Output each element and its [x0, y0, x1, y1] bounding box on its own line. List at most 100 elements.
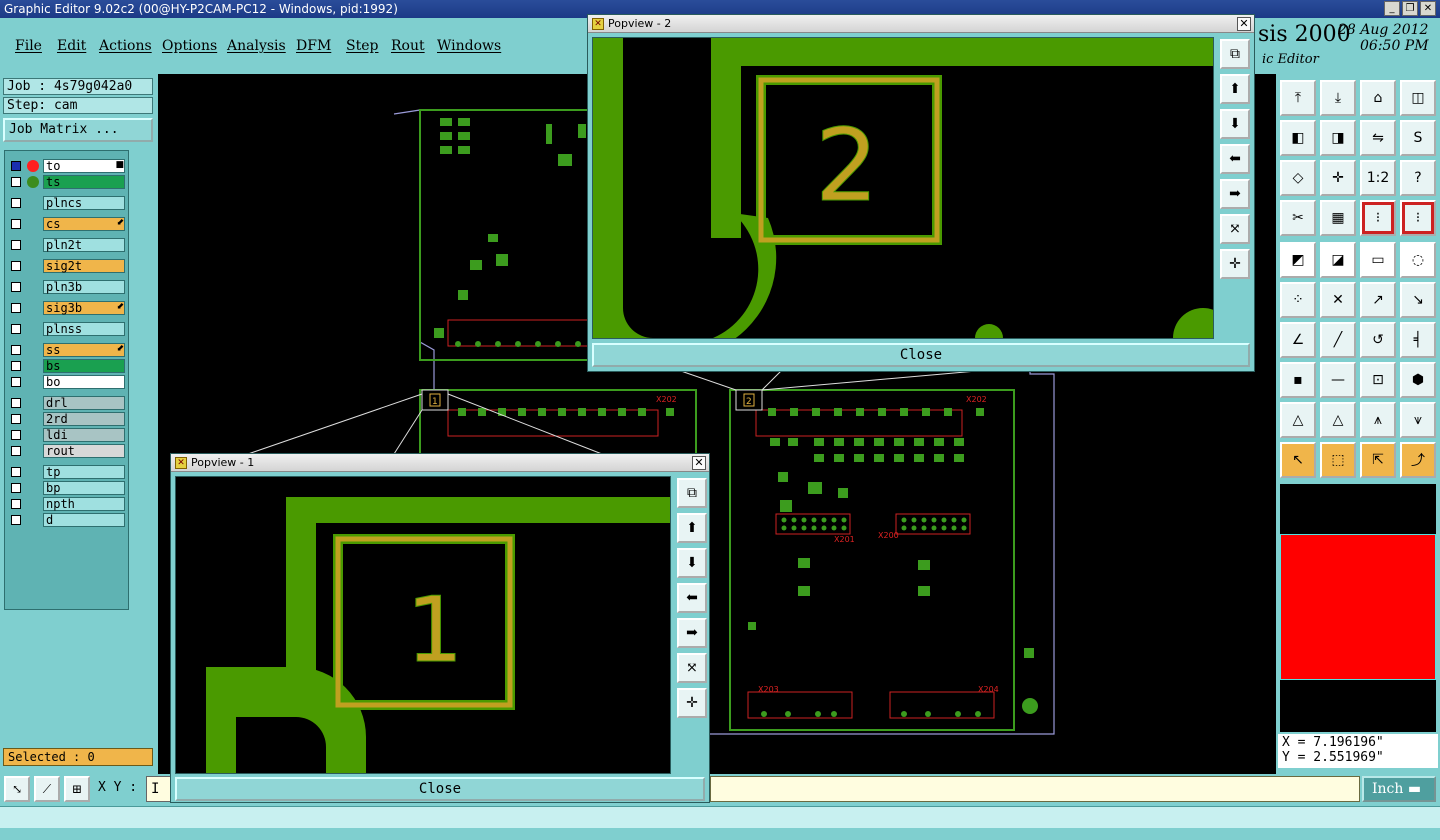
dotted-circle-icon[interactable]: ◌ [1400, 242, 1436, 278]
layer-row-plnss[interactable]: plnss [7, 322, 127, 336]
line-edit-icon[interactable]: ↘ [1400, 282, 1436, 318]
angle-icon[interactable]: ∠ [1280, 322, 1316, 358]
popview-2-view[interactable]: 2 [592, 37, 1214, 339]
layer-row-ss[interactable]: ss ⬋ [7, 343, 127, 357]
snap-icon[interactable]: ⟋ [34, 776, 60, 802]
arc-icon[interactable]: ↺ [1360, 322, 1396, 358]
layer-row-ldi[interactable]: ldi [7, 428, 127, 442]
layer-checkbox[interactable] [11, 303, 21, 313]
layer-row-bs[interactable]: bs [7, 359, 127, 373]
select-box-icon[interactable]: ⬚ [1320, 442, 1356, 478]
zoom-area-icon[interactable]: ⤡ [4, 776, 30, 802]
layer-name[interactable]: pln3b [43, 280, 125, 294]
layer-checkbox[interactable] [11, 499, 21, 509]
layer-name[interactable]: pln2t [43, 238, 125, 252]
blob-icon[interactable]: ⬢ [1400, 362, 1436, 398]
line-red-icon[interactable]: — [1320, 362, 1356, 398]
close-window-button[interactable]: ✕ [1420, 1, 1436, 16]
layer-name[interactable]: bs [43, 359, 125, 373]
layer-checkbox[interactable] [11, 161, 21, 171]
layer-row-bp[interactable]: bp [7, 481, 127, 495]
layer-name[interactable]: drl [43, 396, 125, 410]
popview-2-close-icon[interactable]: ✕ [1237, 17, 1251, 31]
popview-2-close-button[interactable]: Close [592, 343, 1250, 367]
message-field[interactable] [710, 776, 1360, 802]
pv2-fit-icon[interactable]: ⤧ [1220, 214, 1250, 244]
menu-analysis[interactable]: Analysis [227, 38, 286, 54]
triangle-icon[interactable]: △ [1280, 402, 1316, 438]
layer-name[interactable]: npth [43, 497, 125, 511]
layer-checkbox[interactable] [11, 198, 21, 208]
layer-checkbox[interactable] [11, 377, 21, 387]
layer-name[interactable]: sig2t [43, 259, 125, 273]
layer-checkbox[interactable] [11, 515, 21, 525]
layer-name[interactable]: ss [43, 343, 125, 357]
layer-checkbox[interactable] [11, 219, 21, 229]
pointer-icon[interactable]: ↖ [1280, 442, 1316, 478]
layer-row-ts[interactable]: ts [7, 175, 127, 189]
layer-checkbox[interactable] [11, 324, 21, 334]
layer-checkbox[interactable] [11, 446, 21, 456]
layer-name[interactable]: bo [43, 375, 125, 389]
menu-step[interactable]: Step [346, 38, 378, 54]
layer-checkbox[interactable] [11, 467, 21, 477]
popview-1-close-button[interactable]: Close [175, 777, 705, 801]
unit-selector[interactable]: Inch ▬ [1362, 776, 1436, 802]
grid-icon[interactable]: ▦ [1320, 200, 1356, 236]
split-shape-icon[interactable]: ╡ [1400, 322, 1436, 358]
mini-map[interactable] [1280, 484, 1436, 732]
pv2-pan-right-icon[interactable]: ➡ [1220, 179, 1250, 209]
layer-checkbox[interactable] [11, 414, 21, 424]
pv1-pan-up-icon[interactable]: ⬆ [677, 513, 707, 543]
layer-checkbox[interactable] [11, 398, 21, 408]
layer-checkbox[interactable] [11, 345, 21, 355]
layer-name[interactable]: d [43, 513, 125, 527]
cross-node-icon[interactable]: ✕ [1320, 282, 1356, 318]
zoom-down-icon[interactable]: ⤓ [1320, 80, 1356, 116]
layer-checkbox[interactable] [11, 282, 21, 292]
pv2-pan-up-icon[interactable]: ⬆ [1220, 74, 1250, 104]
layer-checkbox[interactable] [11, 361, 21, 371]
layer-row-rout[interactable]: rout [7, 444, 127, 458]
pan-left-icon[interactable]: ◧ [1280, 120, 1316, 156]
ruler-icon[interactable]: ▭ [1360, 242, 1396, 278]
pv1-pan-down-icon[interactable]: ⬇ [677, 548, 707, 578]
layer-name[interactable]: ldi [43, 428, 125, 442]
layer-checkbox[interactable] [11, 261, 21, 271]
layer-row-to[interactable]: to ■ [7, 159, 127, 173]
layer-row-sig3b[interactable]: sig3b ⬋ [7, 301, 127, 315]
s-curve-icon[interactable]: S [1400, 120, 1436, 156]
split-icon[interactable]: ◫ [1400, 80, 1436, 116]
layer-name[interactable]: tp [43, 465, 125, 479]
reverse-icon[interactable]: ⇋ [1360, 120, 1396, 156]
layer-row-npth[interactable]: npth [7, 497, 127, 511]
menu-windows[interactable]: Windows [437, 38, 501, 54]
triangle4-icon[interactable]: ⩛ [1400, 402, 1436, 438]
popview-1-close-icon[interactable]: ✕ [692, 456, 706, 470]
menu-options[interactable]: Options [162, 38, 217, 54]
zoom-up-icon[interactable]: ⤒ [1280, 80, 1316, 116]
maximize-button[interactable]: ❐ [1402, 1, 1418, 16]
layer-row-plncs[interactable]: plncs [7, 196, 127, 210]
triangle3-icon[interactable]: ⩚ [1360, 402, 1396, 438]
fit-icon[interactable]: ◇ [1280, 160, 1316, 196]
menu-rout[interactable]: Rout [391, 38, 425, 54]
layer-name[interactable]: plncs [43, 196, 125, 210]
layer-name[interactable]: to [43, 159, 125, 173]
polygon-icon[interactable]: ◪ [1320, 242, 1356, 278]
pv2-pan-down-icon[interactable]: ⬇ [1220, 109, 1250, 139]
job-matrix-button[interactable]: Job Matrix ... [3, 118, 153, 142]
help-icon[interactable]: ? [1400, 160, 1436, 196]
home-icon[interactable]: ⌂ [1360, 80, 1396, 116]
layer-name[interactable]: plnss [43, 322, 125, 336]
popview-1-view[interactable]: 1 [175, 476, 671, 774]
center-icon[interactable]: ✛ [1320, 160, 1356, 196]
layer-name[interactable]: cs [43, 217, 125, 231]
pad-red-icon[interactable]: ▪ [1280, 362, 1316, 398]
pan-right-icon[interactable]: ◨ [1320, 120, 1356, 156]
pv1-center-icon[interactable]: ✛ [677, 688, 707, 718]
route-icon[interactable]: ⤴ [1400, 442, 1436, 478]
layer-row-cs[interactable]: cs ⬋ [7, 217, 127, 231]
layer-row-bo[interactable]: bo [7, 375, 127, 389]
pv1-fit-icon[interactable]: ⤧ [677, 653, 707, 683]
